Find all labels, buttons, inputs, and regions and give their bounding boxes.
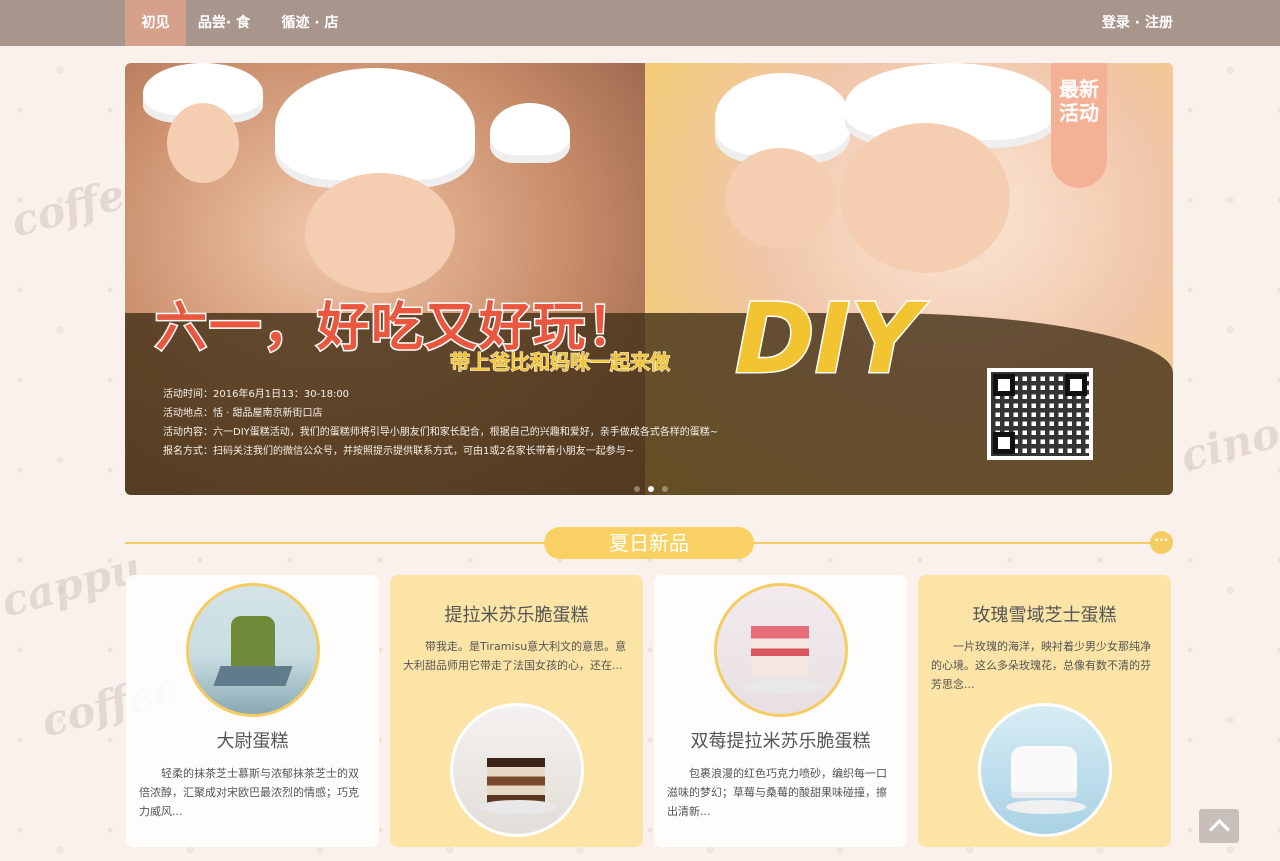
banner-subtitle: 带上爸比和妈咪一起来做: [450, 350, 671, 375]
child-face-decoration: [725, 148, 835, 248]
child-face-decoration: [167, 103, 239, 183]
product-image: [450, 703, 584, 837]
carousel-dot[interactable]: [662, 486, 668, 492]
register-link[interactable]: 注册: [1145, 15, 1173, 31]
banner-event-info: 活动时间：2016年6月1日13：30-18:00 活动地点：恬 · 甜品屋南京…: [163, 385, 863, 461]
carousel-dots: [630, 477, 672, 495]
child-face-decoration: [305, 173, 455, 293]
wechat-qr-code: [987, 368, 1093, 460]
carousel-dot[interactable]: [634, 486, 640, 492]
promo-banner[interactable]: 六一，好吃又好玩！ DIY 带上爸比和妈咪一起来做 活动时间：2016年6月1日…: [125, 63, 1173, 495]
event-signup: 报名方式：扫码关注我们的微信公众号，并按照提示提供联系方式，可由1或2名家长带着…: [163, 446, 635, 457]
product-card[interactable]: 双莓提拉米苏乐脆蛋糕 包裹浪漫的红色巧克力喷砂，编织每一口滋味的梦幻；草莓与桑莓…: [654, 575, 907, 847]
product-description: 一片玫瑰的海洋，映衬着少男少女那纯净的心境。这么多朵玫瑰花，总像有数不清的芬芳思…: [931, 640, 1151, 691]
product-image: [978, 703, 1112, 837]
nav-item-taste-food[interactable]: 品尝· 食: [191, 0, 257, 46]
product-image: [186, 583, 320, 717]
nav-item-find-store[interactable]: 循迹 · 店: [275, 0, 345, 46]
back-to-top-button[interactable]: [1199, 809, 1239, 843]
product-title: 提拉米苏乐脆蛋糕: [444, 605, 589, 626]
product-card[interactable]: 玫瑰雪域芝士蛋糕 一片玫瑰的海洋，映衬着少男少女那纯净的心境。这么多朵玫瑰花，总…: [918, 575, 1171, 847]
product-description: 轻柔的抹茶芝士慕斯与浓郁抹茶芝士的双倍浓醇，汇聚成对宋欧巴最浓烈的情感；巧克力威…: [139, 767, 359, 818]
chef-hat-decoration: [275, 68, 475, 188]
auth-separator: ·: [1129, 15, 1145, 31]
more-button[interactable]: ···: [1150, 531, 1173, 554]
product-description: 包裹浪漫的红色巧克力喷砂，编织每一口滋味的梦幻；草莓与桑莓的酸甜果味碰撞，擦出清…: [667, 767, 887, 818]
auth-links: 登录 · 注册: [1102, 0, 1173, 46]
product-title: 双莓提拉米苏乐脆蛋糕: [690, 731, 871, 752]
banner-diy-text: DIY: [734, 282, 922, 397]
child-face-decoration: [840, 123, 1010, 273]
event-content: 活动内容：六一DIY蛋糕活动，我们的蛋糕师将引导小朋友们和家长配合，根据自己的兴…: [163, 427, 719, 438]
latest-activity-badge: 最新活动: [1051, 63, 1107, 188]
event-time: 活动时间：2016年6月1日13：30-18:00: [163, 389, 350, 400]
product-image: [714, 583, 848, 717]
chef-hat-decoration: [490, 103, 570, 163]
product-title: 大尉蛋糕: [216, 731, 289, 752]
login-link[interactable]: 登录: [1102, 15, 1130, 31]
product-card[interactable]: 提拉米苏乐脆蛋糕 带我走。是Tiramisu意大利文的意思。意大利甜品师用它带走…: [390, 575, 643, 847]
product-card[interactable]: 大尉蛋糕 轻柔的抹茶芝士慕斯与浓郁抹茶芝士的双倍浓醇，汇聚成对宋欧巴最浓烈的情感…: [126, 575, 379, 847]
nav-item-first-meet[interactable]: 初见: [125, 0, 186, 46]
product-title: 玫瑰雪域芝士蛋糕: [972, 605, 1117, 626]
top-navbar: 初见 品尝· 食 循迹 · 店 登录 · 注册: [0, 0, 1280, 46]
section-title: 夏日新品: [544, 527, 754, 559]
event-location: 活动地点：恬 · 甜品屋南京新街口店: [163, 408, 323, 419]
carousel-dot-active[interactable]: [648, 486, 654, 492]
product-description: 带我走。是Tiramisu意大利文的意思。意大利甜品师用它带走了法国女孩的心，还…: [403, 640, 627, 672]
